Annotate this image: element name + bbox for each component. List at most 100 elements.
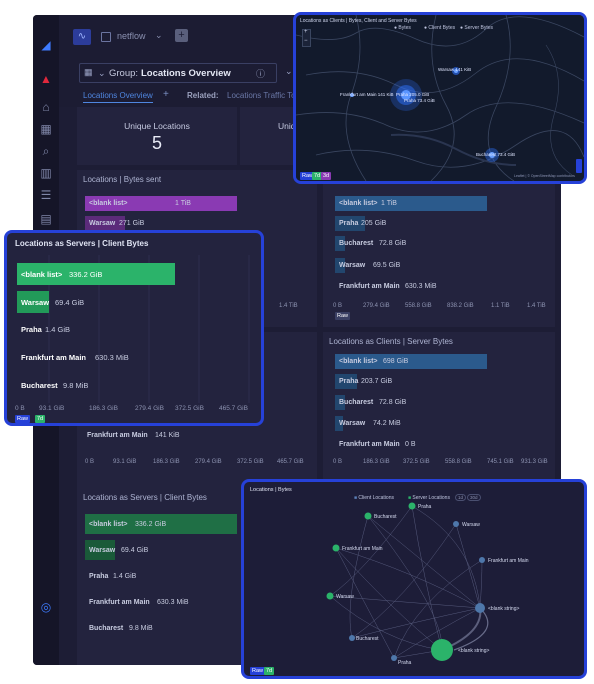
bar-label: Warsaw [89,547,116,554]
map-side-tab[interactable] [576,159,582,173]
axis-tick: 465.7 GiB [219,405,248,412]
axis-tick: 465.7 GiB [277,459,304,465]
network-graph[interactable]: Praha Bucharest Warsaw Frankfurt am Main… [244,482,584,676]
bar-label: Frankfurt am Main [21,353,87,362]
zoom-in-button[interactable]: + [304,29,308,35]
node-label: Frankfurt am Main [342,546,383,552]
grid-icon[interactable]: ▦ [38,121,54,137]
clipboard-icon[interactable]: ▤ [38,211,54,227]
home-icon[interactable]: ⌂ [38,99,54,115]
7d-badge[interactable]: 7d [35,415,46,423]
info-icon[interactable]: ⓘ [256,67,265,80]
node-frankfurt-right [479,557,485,563]
bar-value: 69.4 GiB [55,298,85,307]
axis-tick: 0 B [333,459,343,465]
bar-value: 336.2 GiB [135,521,167,528]
node-label: Bucharest [374,514,397,520]
bar-label: Bucharest [89,625,124,632]
add-tab-icon[interactable]: + [163,89,169,100]
axis-tick: 372.5 GiB [237,459,264,465]
bar-label: Bucharest [21,381,58,390]
node-bucharest-bottom [349,635,355,641]
3d-badge[interactable]: 3d [321,172,332,180]
bar-label: Praha [21,325,42,334]
bar-value: 69.4 GiB [121,547,149,554]
bar-value: 72.8 GiB [379,399,407,406]
7d-badge[interactable]: 7d [264,667,275,675]
bar-label: Warsaw [339,262,366,269]
map-label-praha: Praha 205.0 GiB [396,92,430,97]
map-card: Locations as Clients | Bytes, Client and… [293,12,587,184]
search-icon[interactable]: ⌕ [38,143,54,159]
node-warsaw-left [326,592,334,600]
bar-label: Praha [339,220,359,227]
kpi-title: Unique Locations [124,121,190,131]
bar-label: <blank list> [89,200,128,207]
clients-server-bytes-panel: Locations as Clients | Server Bytes <bla… [323,332,555,488]
bar-label: Praha [339,378,359,385]
tab-locations-overview[interactable]: Locations Overview [83,91,153,103]
graph-card: Locations | Bytes ■ Client Locations ■ S… [241,479,587,679]
alert-icon[interactable]: ▲ [38,71,54,87]
axis-tick: 186.3 GiB [89,405,118,412]
legend-client-bytes[interactable]: ● Client Bytes [424,25,455,31]
bar-label: Frankfurt am Main [339,283,400,290]
axis-tick: 931.3 GiB [521,459,548,465]
chevron-down-icon: ⌄ [98,68,106,78]
bar-value: 69.5 GiB [373,262,401,269]
activity-icon[interactable]: ∿ [73,29,91,45]
bar-value: 630.3 MiB [157,599,189,606]
unique-card-2: Uniq [240,107,300,165]
add-tab-icon[interactable]: + [175,29,188,42]
legend-server-bytes[interactable]: ● Server Bytes [460,25,493,31]
compass-icon[interactable]: ◎ [38,599,54,615]
unique-locations-card: Unique Locations 5 [77,107,237,165]
node-blank-right [475,603,485,613]
map-label-frankfurt: Frankfurt am Main 141 KiB [340,92,394,97]
raw-badge[interactable]: Raw [335,312,351,320]
raw-badge[interactable]: Raw [250,667,266,675]
axis-tick: 93.1 GiB [113,459,137,465]
zoom-out-button[interactable]: − [304,38,308,44]
axis-tick: 372.5 GiB [403,459,430,465]
node-blank-bottom [431,639,453,661]
legend-bytes[interactable]: ● Bytes [394,25,411,31]
raw-badge[interactable]: Raw [15,415,31,423]
bar-value: 203.7 GiB [361,378,393,385]
map-attribution[interactable]: Leaflet | © OpenStreetMap contributors [514,174,575,178]
axis-tick: 0 B [15,405,25,412]
node-label: <blank string> [488,606,519,612]
group-prefix: Group: [109,68,139,79]
group-grid-icon: ▦ [84,67,93,77]
bar-label: Frankfurt am Main [89,599,150,606]
panel-title: Locations | Bytes sent [83,175,162,184]
axis-tick: 0 B [85,459,95,465]
bar-value: 72.8 GiB [379,240,407,247]
bar-value: 141 KiB [155,432,180,439]
map-canvas[interactable] [296,15,584,181]
bar-value: 1 TiB [381,200,397,207]
table-icon[interactable]: ☰ [38,187,54,203]
netflow-app-icon [101,32,111,42]
axis-tick: 93.1 GiB [39,405,65,412]
chevron-down-icon[interactable]: ⌄ [285,66,293,77]
bar-label: <blank list> [89,521,128,528]
bar-label: <blank list> [339,358,378,365]
bar-value: 9.8 MiB [63,381,89,390]
chevron-down-icon[interactable]: ⌄ [155,30,163,41]
clients-bytes-panel: <blank list> 1 TiB Praha 205 GiB Buchare… [323,170,555,327]
tab-related-item[interactable]: Locations Traffic To [227,91,296,100]
group-selector[interactable]: ▦ ⌄ Group: Locations Overview ⓘ [79,63,277,83]
chart-icon[interactable]: ▥ [38,165,54,181]
bar-value: 698 GiB [383,358,409,365]
node-label: Bucharest [356,636,379,642]
app-name[interactable]: netflow [117,31,146,41]
bar-label: Warsaw [21,298,50,307]
bar-label: <blank list> [339,200,378,207]
panel-title: Locations as Clients | Server Bytes [329,337,453,346]
node-label: Praha [418,504,432,510]
bar-label: Frankfurt am Main [87,432,148,439]
axis-tick: 279.4 GiB [135,405,164,412]
bar-value: 0 B [405,441,416,448]
node-frankfurt-left [332,544,340,552]
